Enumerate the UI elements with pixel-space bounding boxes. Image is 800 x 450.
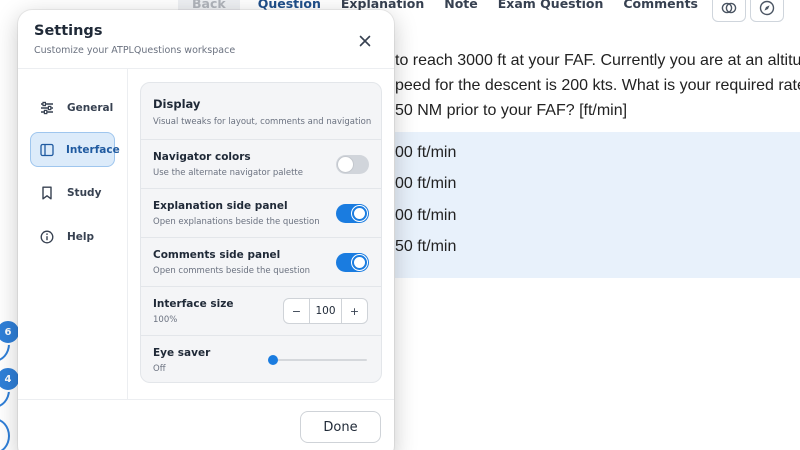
setting-description: Open explanations beside the question [153, 217, 320, 227]
interface-size-stepper: − 100 + [283, 298, 368, 324]
nav-label: Help [67, 230, 95, 243]
answer-option[interactable]: 00 ft/min [395, 144, 456, 162]
explanation-panel-toggle[interactable] [336, 204, 369, 223]
slider-track [268, 359, 367, 361]
section-description: Visual tweaks for layout, comments and n… [153, 117, 372, 127]
setting-title: Navigator colors [153, 151, 251, 163]
slider-thumb[interactable] [268, 355, 278, 365]
navigator-colors-toggle[interactable] [336, 155, 369, 174]
setting-navigator-colors: Navigator colors Use the alternate navig… [141, 139, 381, 188]
setting-description: Off [153, 364, 166, 374]
floating-widget[interactable] [0, 418, 10, 450]
setting-eye-saver: Eye saver Off [141, 335, 381, 382]
tab-note[interactable]: Note [434, 0, 488, 14]
comments-panel-toggle[interactable] [336, 253, 369, 272]
setting-title: Eye saver [153, 347, 211, 359]
compare-icon [721, 2, 737, 14]
nav-item-interface[interactable]: Interface [30, 132, 120, 167]
nav-item-general[interactable]: General [30, 90, 115, 125]
question-line: 50 NM prior to your FAF? [ft/min] [395, 102, 628, 119]
eye-saver-slider[interactable] [268, 354, 367, 366]
answer-option[interactable]: 00 ft/min [395, 175, 456, 193]
setting-title: Explanation side panel [153, 200, 288, 212]
done-button[interactable]: Done [300, 411, 381, 443]
nav-label: Interface [66, 143, 120, 156]
sliders-icon [39, 100, 55, 116]
setting-description: Open comments beside the question [153, 266, 311, 276]
question-text: to reach 3000 ft at your FAF. Currently … [395, 48, 800, 123]
setting-explanation-side-panel: Explanation side panel Open explanations… [141, 188, 381, 237]
setting-description: 100% [153, 315, 178, 325]
setting-title: Comments side panel [153, 249, 281, 261]
settings-nav: General Interface Study Help [18, 69, 128, 399]
info-icon [39, 229, 55, 245]
setting-comments-side-panel: Comments side panel Open comments beside… [141, 237, 381, 286]
answer-options: 00 ft/min 00 ft/min 00 ft/min 50 ft/min [395, 132, 800, 278]
question-line: peed for the descent is 200 kts. What is… [395, 77, 800, 94]
toggle-knob [352, 206, 367, 221]
display-settings-panel: Display Visual tweaks for layout, commen… [140, 82, 382, 383]
toggle-knob [338, 157, 353, 172]
interface-size-value[interactable]: 100 [309, 299, 342, 323]
compare-button[interactable] [711, 0, 746, 22]
settings-dialog: Settings Customize your ATPLQuestions wo… [18, 10, 394, 450]
compass-button[interactable] [749, 0, 784, 22]
close-icon [359, 35, 371, 47]
setting-interface-size: Interface size 100% − 100 + [141, 286, 381, 335]
dialog-title: Settings [34, 23, 103, 39]
sidebar-panel-icon [40, 142, 54, 158]
compass-icon [759, 0, 775, 16]
answer-option[interactable]: 00 ft/min [395, 207, 456, 225]
tab-exam-question[interactable]: Exam Question [488, 0, 614, 14]
setting-description: Use the alternate navigator palette [153, 168, 303, 178]
nav-label: General [67, 101, 114, 114]
tab-comments[interactable]: Comments [613, 0, 708, 14]
section-header: Display Visual tweaks for layout, commen… [141, 83, 381, 139]
setting-title: Interface size [153, 298, 234, 310]
dialog-subtitle: Customize your ATPLQuestions workspace [34, 45, 236, 56]
nav-item-help[interactable]: Help [30, 219, 115, 254]
decrease-button[interactable]: − [284, 299, 309, 323]
answer-option[interactable]: 50 ft/min [395, 238, 456, 256]
question-line: to reach 3000 ft at your FAF. Currently … [395, 52, 800, 69]
toggle-knob [352, 255, 367, 270]
divider [18, 399, 394, 400]
increase-button[interactable]: + [342, 299, 367, 323]
section-title: Display [153, 97, 201, 111]
nav-item-study[interactable]: Study [30, 175, 115, 210]
bookmark-icon [39, 185, 55, 201]
close-button[interactable] [354, 30, 376, 52]
nav-label: Study [67, 186, 102, 199]
